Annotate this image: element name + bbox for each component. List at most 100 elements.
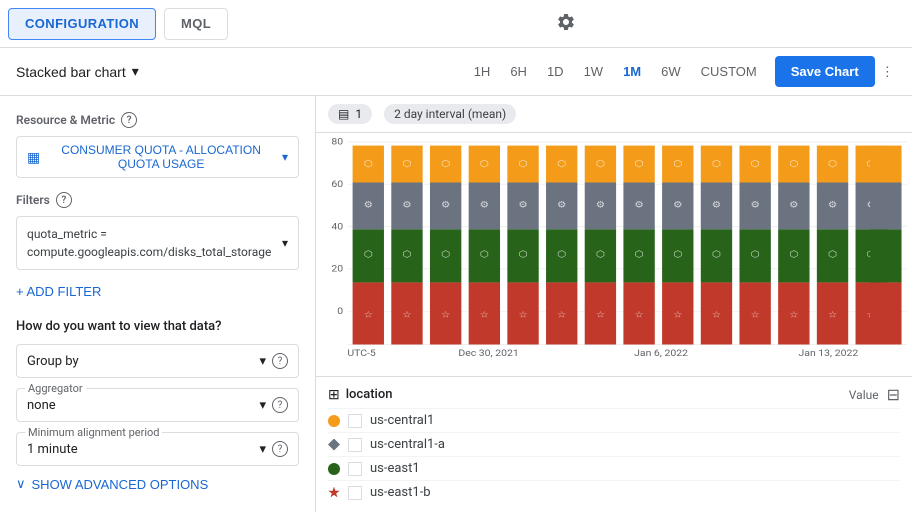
svg-text:20: 20 — [331, 264, 343, 274]
svg-text:0: 0 — [337, 307, 343, 317]
legend-checkbox-3[interactable] — [348, 486, 362, 500]
aggregator-field: Aggregator none ▾ ? — [16, 388, 299, 422]
svg-text:⬡: ⬡ — [635, 159, 644, 169]
svg-text:⬡: ⬡ — [364, 250, 373, 260]
alignment-controls: ▾ ? — [259, 441, 288, 457]
aggregator-dropdown-icon[interactable]: ▾ — [259, 398, 266, 413]
resource-metric-help-icon[interactable]: ? — [121, 112, 137, 128]
time-btn-1h[interactable]: 1H — [464, 60, 501, 83]
resource-dropdown-icon: ▾ — [282, 150, 288, 164]
legend-checkbox-0[interactable] — [348, 414, 362, 428]
interval-badge[interactable]: 2 day interval (mean) — [384, 104, 516, 124]
svg-text:UTC-5: UTC-5 — [347, 349, 376, 359]
time-btn-6w[interactable]: 6W — [651, 60, 691, 83]
svg-text:⬡: ⬡ — [441, 159, 450, 169]
filters-section: Filters ? quota_metric =compute.googleap… — [16, 192, 299, 303]
legend-value-label: Value — [849, 388, 879, 402]
svg-text:⬡: ⬡ — [789, 159, 798, 169]
time-btn-1m[interactable]: 1M — [613, 60, 651, 83]
svg-text:⬡: ⬡ — [596, 159, 605, 169]
svg-text:⬡: ⬡ — [673, 159, 682, 169]
svg-text:⚙: ⚙ — [828, 200, 838, 210]
svg-text:⬡: ⬡ — [557, 159, 566, 169]
svg-text:☆: ☆ — [518, 310, 528, 320]
left-panel: Resource & Metric ? ▦ CONSUMER QUOTA - A… — [0, 96, 316, 512]
filter-text: quota_metric =compute.googleapis.com/dis… — [27, 225, 271, 261]
aggregator-field-label: Aggregator — [25, 382, 86, 395]
filters-help-icon[interactable]: ? — [56, 192, 72, 208]
time-btn-1d[interactable]: 1D — [537, 60, 574, 83]
legend-row-2[interactable]: us-east1 — [328, 456, 900, 480]
tab-configuration[interactable]: CONFIGURATION — [8, 8, 156, 40]
aggregator-value: none — [27, 398, 56, 413]
group-by-dropdown-icon: ▾ — [259, 354, 266, 369]
legend-color-1 — [328, 439, 340, 451]
aggregator-help-icon[interactable]: ? — [272, 397, 288, 413]
save-chart-button[interactable]: Save Chart — [775, 56, 875, 87]
group-by-label: Group by — [27, 354, 79, 369]
legend-color-0 — [328, 415, 340, 427]
alignment-period-label: Minimum alignment period — [25, 426, 162, 439]
tab-mql[interactable]: MQL — [164, 8, 228, 40]
legend-title-text: location — [346, 387, 393, 402]
svg-text:☆: ☆ — [673, 310, 683, 320]
svg-text:⚙: ⚙ — [518, 200, 528, 210]
svg-text:⚙: ⚙ — [750, 200, 760, 210]
legend-checkbox-1[interactable] — [348, 438, 362, 452]
time-btn-6h[interactable]: 6H — [500, 60, 537, 83]
svg-text:☆: ☆ — [789, 310, 799, 320]
svg-text:☆: ☆ — [750, 310, 760, 320]
svg-text:Jan 13, 2022: Jan 13, 2022 — [798, 349, 858, 359]
svg-text:⬡: ⬡ — [712, 250, 721, 260]
legend-columns-icon[interactable]: ⊟ — [887, 385, 900, 404]
legend-color-2 — [328, 463, 340, 475]
legend-row-0[interactable]: us-central1 — [328, 408, 900, 432]
gear-icon — [556, 12, 576, 32]
svg-text:⬡: ⬡ — [828, 159, 837, 169]
svg-text:60: 60 — [331, 180, 343, 190]
aggregator-controls: ▾ ? — [259, 397, 288, 413]
alignment-help-icon[interactable]: ? — [272, 441, 288, 457]
svg-text:⬡: ⬡ — [635, 250, 644, 260]
filter-count: 1 — [355, 107, 362, 121]
svg-text:⬡: ⬡ — [480, 250, 489, 260]
time-btn-custom[interactable]: CUSTOM — [691, 60, 767, 83]
svg-text:⚙: ⚙ — [712, 200, 722, 210]
chart-type-label: Stacked bar chart — [16, 64, 126, 80]
legend-title-row: ⊞ location — [328, 387, 392, 403]
svg-text:⬡: ⬡ — [828, 250, 837, 260]
group-by-selector[interactable]: Group by ▾ ? — [16, 344, 299, 378]
alignment-period-wrapper: Minimum alignment period 1 minute ▾ ? — [16, 432, 299, 466]
group-by-help-icon[interactable]: ? — [272, 353, 288, 369]
svg-text:☆: ☆ — [441, 310, 451, 320]
aggregator-wrapper: Aggregator none ▾ ? — [16, 388, 299, 422]
legend-name-1: us-central1-a — [370, 437, 900, 452]
legend-name-0: us-central1 — [370, 413, 900, 428]
svg-text:⬡: ⬡ — [518, 159, 527, 169]
top-bar: CONFIGURATION MQL — [0, 0, 912, 48]
svg-text:⬡: ⬡ — [673, 250, 682, 260]
gear-button[interactable] — [552, 8, 580, 39]
svg-text:⚙: ⚙ — [480, 200, 490, 210]
svg-text:Jan 6, 2022: Jan 6, 2022 — [634, 349, 688, 359]
svg-text:☆: ☆ — [402, 310, 412, 320]
svg-text:80: 80 — [331, 137, 343, 147]
legend-row-1[interactable]: us-central1-a — [328, 432, 900, 456]
show-advanced-button[interactable]: ∨ SHOW ADVANCED OPTIONS — [16, 476, 208, 492]
alignment-dropdown-icon[interactable]: ▾ — [259, 442, 266, 457]
resource-metric-selector[interactable]: ▦ CONSUMER QUOTA - ALLOCATION QUOTA USAG… — [16, 136, 299, 178]
svg-text:⬡: ⬡ — [751, 250, 760, 260]
filter-count-badge[interactable]: ▤ 1 — [328, 104, 372, 124]
add-filter-button[interactable]: + ADD FILTER — [16, 280, 101, 303]
show-advanced-label: SHOW ADVANCED OPTIONS — [32, 477, 209, 492]
resource-bar-icon: ▦ — [27, 149, 40, 166]
group-by-controls: ▾ ? — [259, 353, 288, 369]
filter-box[interactable]: quota_metric =compute.googleapis.com/dis… — [16, 216, 299, 270]
legend-checkbox-2[interactable] — [348, 462, 362, 476]
legend-row-3[interactable]: us-east1-b — [328, 480, 900, 504]
chart-type-selector[interactable]: Stacked bar chart ▾ — [12, 63, 151, 80]
interval-text: 2 day interval (mean) — [394, 107, 506, 121]
svg-text:⬡: ⬡ — [402, 159, 411, 169]
time-btn-1w[interactable]: 1W — [574, 60, 614, 83]
more-options-button[interactable]: ⋮ — [875, 60, 900, 84]
